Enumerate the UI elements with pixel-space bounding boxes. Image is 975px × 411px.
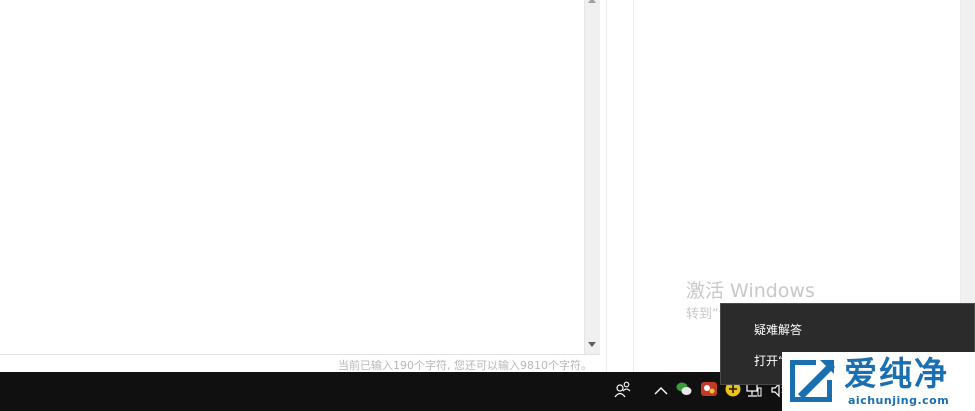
screen: 当前已输入190个字符, 您还可以输入9810个字符。 激活 Windows 转… <box>0 0 975 411</box>
scroll-up-arrow-icon[interactable] <box>584 0 600 6</box>
site-logo: 爱纯净 aichunjing.com <box>782 352 975 411</box>
wechat-icon[interactable] <box>675 380 693 398</box>
logo-mark-icon <box>790 360 835 402</box>
editor-divider <box>0 354 600 355</box>
pane-divider <box>633 0 634 372</box>
editor-scrollbar[interactable] <box>584 0 600 355</box>
chevron-up-icon[interactable] <box>652 382 670 400</box>
text-editor[interactable] <box>0 0 600 372</box>
menu-item-troubleshoot[interactable]: 疑难解答 <box>754 321 802 338</box>
people-icon[interactable] <box>614 380 632 398</box>
logo-text-cn: 爱纯净 <box>844 354 949 393</box>
char-count-status: 当前已输入190个字符, 您还可以输入9810个字符。 <box>338 359 592 372</box>
menu-item-open[interactable]: 打开“ <box>754 352 784 369</box>
pane-divider <box>606 0 607 372</box>
activation-title: 激活 Windows <box>686 280 815 302</box>
scroll-down-arrow-icon[interactable] <box>584 338 600 352</box>
logo-text-en: aichunjing.com <box>848 394 950 407</box>
game-icon[interactable] <box>700 380 718 398</box>
